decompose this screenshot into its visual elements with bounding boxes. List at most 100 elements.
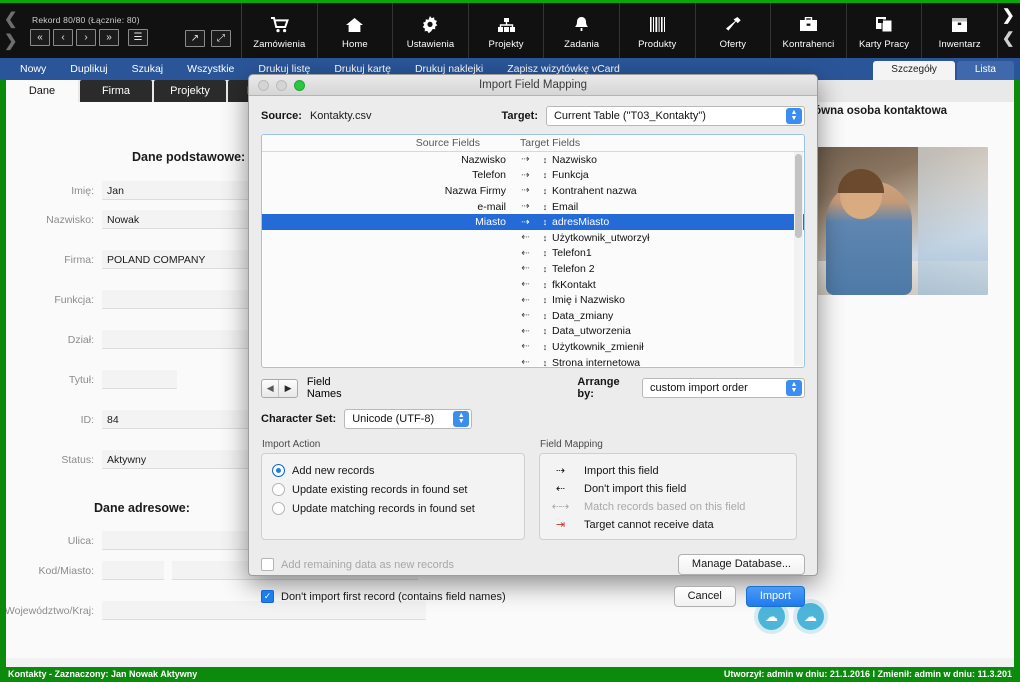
- panel-expand-right-icon[interactable]: ❯: [4, 31, 17, 51]
- mapping-reorder-handle-icon[interactable]: ↕: [538, 202, 552, 212]
- panel-collapse-left-icon[interactable]: ❮: [4, 9, 17, 29]
- last-record-button[interactable]: »: [99, 29, 119, 46]
- mapping-arrow-icon[interactable]: ⇠: [512, 263, 538, 274]
- radio-icon[interactable]: [272, 483, 285, 496]
- nav-item-projekty[interactable]: Projekty: [469, 3, 545, 58]
- mapping-reorder-handle-icon[interactable]: ↕: [538, 311, 552, 321]
- mapping-list-scrollbar[interactable]: [794, 152, 803, 366]
- nav-item-kontrahenci[interactable]: Kontrahenci: [771, 3, 847, 58]
- mapping-arrow-icon[interactable]: ⇠: [512, 232, 538, 243]
- toolbar-button-nowy[interactable]: Nowy: [8, 58, 58, 80]
- kod-input[interactable]: [102, 561, 164, 580]
- tab-dane[interactable]: Dane: [6, 80, 78, 102]
- mapping-row[interactable]: ⇠ ↕ Użytkownik_utworzył: [262, 230, 804, 246]
- import-button[interactable]: Import: [745, 586, 805, 607]
- mapping-arrow-icon[interactable]: ⇢: [512, 185, 538, 196]
- mapping-reorder-handle-icon[interactable]: ↕: [538, 248, 552, 258]
- mapping-row[interactable]: Telefon ⇢ ↕ Funkcja: [262, 168, 804, 184]
- mapping-arrow-icon[interactable]: ⇠: [512, 295, 538, 306]
- toolbar-button-szukaj[interactable]: Szukaj: [120, 58, 176, 80]
- first-record-button[interactable]: «: [30, 29, 50, 46]
- toolbar-button-wszystkie[interactable]: Wszystkie: [175, 58, 246, 80]
- checkbox-skip-first-record[interactable]: ✓ Don't import first record (contains fi…: [261, 590, 506, 603]
- cancel-button[interactable]: Cancel: [673, 586, 736, 607]
- nav-item-oferty[interactable]: Oferty: [696, 3, 772, 58]
- mapping-row[interactable]: ⇠ ↕ fkKontakt: [262, 277, 804, 293]
- mapping-reorder-handle-icon[interactable]: ↕: [538, 358, 552, 367]
- mapping-reorder-handle-icon[interactable]: ↕: [538, 217, 552, 227]
- mapping-arrow-icon[interactable]: ⇢: [512, 170, 538, 181]
- mapping-arrow-icon[interactable]: ⇢: [512, 217, 538, 228]
- checkbox-add-remaining[interactable]: ✓ Add remaining data as new records: [261, 558, 454, 571]
- nav-item-zadania[interactable]: Zadania: [544, 3, 620, 58]
- toolbar-button-duplikuj[interactable]: Duplikuj: [58, 58, 119, 80]
- mapping-arrow-icon[interactable]: ⇠: [512, 310, 538, 321]
- arrange-by-select[interactable]: custom import order ▲ ▼: [642, 378, 805, 398]
- chevron-updown-icon[interactable]: ▲ ▼: [786, 108, 802, 124]
- list-view-button[interactable]: ☰: [128, 29, 148, 46]
- radio-update-existing[interactable]: Update existing records in found set: [272, 483, 514, 496]
- dialog-titlebar[interactable]: Import Field Mapping: [249, 75, 817, 96]
- prev-field-names-button[interactable]: ◀: [262, 379, 280, 397]
- cloud-download-button[interactable]: ☁: [797, 603, 824, 630]
- mapping-arrow-icon[interactable]: ⇠: [512, 326, 538, 337]
- next-field-names-button[interactable]: ▶: [279, 380, 296, 397]
- chevron-updown-icon[interactable]: ▲ ▼: [453, 411, 470, 427]
- nav-item-home[interactable]: Home: [318, 3, 394, 58]
- expand-button[interactable]: ⤢: [211, 30, 231, 47]
- mapping-arrow-icon[interactable]: ⇠: [512, 279, 538, 290]
- cloud-upload-button[interactable]: ☁: [758, 603, 785, 630]
- nav-item-inwentarz[interactable]: Inwentarz: [922, 3, 998, 58]
- mapping-reorder-handle-icon[interactable]: ↕: [538, 342, 552, 352]
- open-external-button[interactable]: ↗: [185, 30, 205, 47]
- radio-update-matching[interactable]: Update matching records in found set: [272, 502, 514, 515]
- chevron-left-icon[interactable]: ❮: [1002, 29, 1015, 47]
- mapping-arrow-icon[interactable]: ⇢: [512, 201, 538, 212]
- chevron-right-icon[interactable]: ❯: [1002, 6, 1015, 24]
- mapping-arrow-icon[interactable]: ⇠: [512, 357, 538, 367]
- character-set-select[interactable]: Unicode (UTF-8) ▲ ▼: [344, 409, 473, 429]
- mapping-reorder-handle-icon[interactable]: ↕: [538, 326, 552, 336]
- chevron-updown-icon[interactable]: ▲ ▼: [786, 380, 802, 396]
- radio-add-new-records[interactable]: Add new records: [272, 464, 514, 477]
- mapping-row[interactable]: Nazwisko ⇢ ↕ Nazwisko: [262, 152, 804, 168]
- mapping-reorder-handle-icon[interactable]: ↕: [538, 155, 552, 165]
- checkbox-icon[interactable]: ✓: [261, 590, 274, 603]
- radio-icon[interactable]: [272, 464, 285, 477]
- mapping-arrow-icon[interactable]: ⇠: [512, 341, 538, 352]
- next-record-button[interactable]: ›: [76, 29, 96, 46]
- mapping-reorder-handle-icon[interactable]: ↕: [538, 170, 552, 180]
- mapping-arrow-icon[interactable]: ⇢: [512, 154, 538, 165]
- mapping-row[interactable]: ⇠ ↕ Użytkownik_zmienił: [262, 339, 804, 355]
- scrollbar-thumb[interactable]: [795, 154, 802, 238]
- field-names-stepper[interactable]: ◀ ▶: [261, 378, 298, 398]
- mapping-reorder-handle-icon[interactable]: ↕: [538, 186, 552, 196]
- mapping-arrow-icon[interactable]: ⇠: [512, 248, 538, 259]
- field-mapping-list[interactable]: Source Fields Target Fields Nazwisko ⇢ ↕ Na…: [261, 134, 805, 368]
- nav-item-zamowienia[interactable]: Zamówienia: [242, 3, 318, 58]
- nav-item-karty-pracy[interactable]: Karty Pracy: [847, 3, 923, 58]
- checkbox-icon[interactable]: ✓: [261, 558, 274, 571]
- radio-icon[interactable]: [272, 502, 285, 515]
- mapping-row[interactable]: ⇠ ↕ Data_utworzenia: [262, 324, 804, 340]
- target-table-select[interactable]: Current Table ("T03_Kontakty") ▲ ▼: [545, 106, 805, 126]
- nav-item-ustawienia[interactable]: Ustawienia: [393, 3, 469, 58]
- tab-szczegoly[interactable]: Szczegóły: [873, 61, 955, 80]
- mapping-reorder-handle-icon[interactable]: ↕: [538, 264, 552, 274]
- manage-database-button[interactable]: Manage Database...: [677, 554, 805, 575]
- mapping-row[interactable]: ⇠ ↕ Telefon1: [262, 246, 804, 262]
- tytul-input[interactable]: [102, 370, 177, 389]
- mapping-row[interactable]: ⇠ ↕ Imię i Nazwisko: [262, 292, 804, 308]
- tab-lista[interactable]: Lista: [956, 61, 1014, 80]
- mapping-row[interactable]: ⇠ ↕ Telefon 2: [262, 261, 804, 277]
- mapping-row[interactable]: ⇠ ↕ Strona internetowa: [262, 355, 804, 367]
- mapping-row[interactable]: Miasto ⇢ ↕ adresMiasto: [262, 214, 804, 230]
- tab-firma[interactable]: Firma: [80, 80, 152, 102]
- tab-projekty[interactable]: Projekty: [154, 80, 226, 102]
- prev-record-button[interactable]: ‹: [53, 29, 73, 46]
- mapping-reorder-handle-icon[interactable]: ↕: [538, 280, 552, 290]
- mapping-row[interactable]: e-mail ⇢ ↕ Email: [262, 199, 804, 215]
- mapping-row[interactable]: ⇠ ↕ Data_zmiany: [262, 308, 804, 324]
- mapping-row[interactable]: Nazwa Firmy ⇢ ↕ Kontrahent nazwa: [262, 183, 804, 199]
- nav-item-produkty[interactable]: Produkty: [620, 3, 696, 58]
